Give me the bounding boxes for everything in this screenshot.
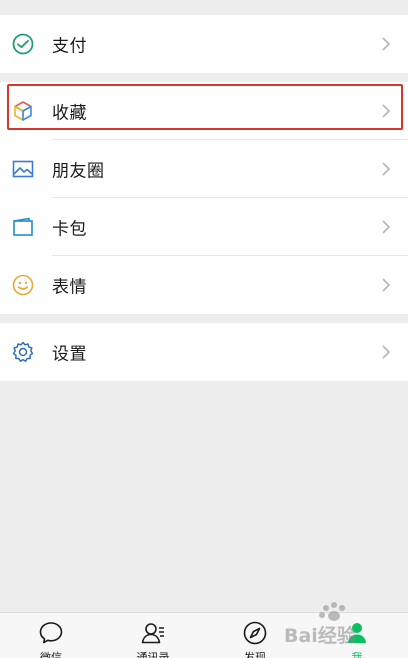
menu-item-moments-label: 朋友圈 — [52, 161, 105, 182]
tab-discover-label: 发现 — [244, 651, 266, 658]
smiley-icon — [12, 274, 34, 296]
favorites-cube-icon — [14, 101, 32, 121]
tab-contacts-label: 通讯录 — [136, 651, 170, 658]
menu-item-pay-label: 支付 — [52, 36, 87, 57]
moments-picture-icon — [12, 160, 34, 178]
tab-chats[interactable]: 微信 — [0, 613, 102, 658]
menu-item-cards-label: 卡包 — [52, 219, 87, 240]
chevron-right-icon — [382, 345, 391, 359]
settings-group: 设置 — [0, 323, 408, 381]
menu-item-settings[interactable]: 设置 — [0, 323, 408, 381]
chevron-right-icon — [382, 220, 391, 234]
tab-contacts[interactable]: 通讯录 — [102, 613, 204, 658]
watermark-text: Bai经验 — [284, 624, 357, 647]
me-screen: 支付 收藏 朋友圈 卡包 表情 设置 微信 通讯录 发现 我 Bai经验 — [0, 0, 408, 658]
chevron-right-icon — [382, 104, 391, 118]
baidu-watermark-logo: Bai经验 — [284, 602, 357, 647]
card-wallet-icon — [13, 217, 33, 236]
chevron-right-icon — [382, 162, 391, 176]
menu-item-favorites[interactable]: 收藏 — [0, 82, 408, 140]
tab-me-label: 我 — [351, 651, 363, 658]
compass-icon — [243, 621, 267, 645]
discover-group: 收藏 朋友圈 卡包 表情 — [0, 82, 408, 314]
menu-item-stickers-label: 表情 — [52, 277, 87, 298]
gear-icon — [12, 341, 34, 363]
pay-icon — [12, 33, 34, 55]
contacts-icon — [141, 623, 164, 644]
pay-group: 支付 — [0, 15, 408, 73]
menu-item-moments[interactable]: 朋友圈 — [0, 140, 408, 198]
menu-item-pay[interactable]: 支付 — [0, 15, 408, 73]
tab-chats-label: 微信 — [40, 651, 62, 658]
menu-item-favorites-label: 收藏 — [52, 103, 87, 124]
chevron-right-icon — [382, 37, 391, 51]
chat-bubble-icon — [39, 622, 63, 644]
chevron-right-icon — [382, 278, 391, 292]
menu-item-stickers[interactable]: 表情 — [0, 256, 408, 314]
menu-item-settings-label: 设置 — [52, 344, 87, 365]
menu-item-cards[interactable]: 卡包 — [0, 198, 408, 256]
